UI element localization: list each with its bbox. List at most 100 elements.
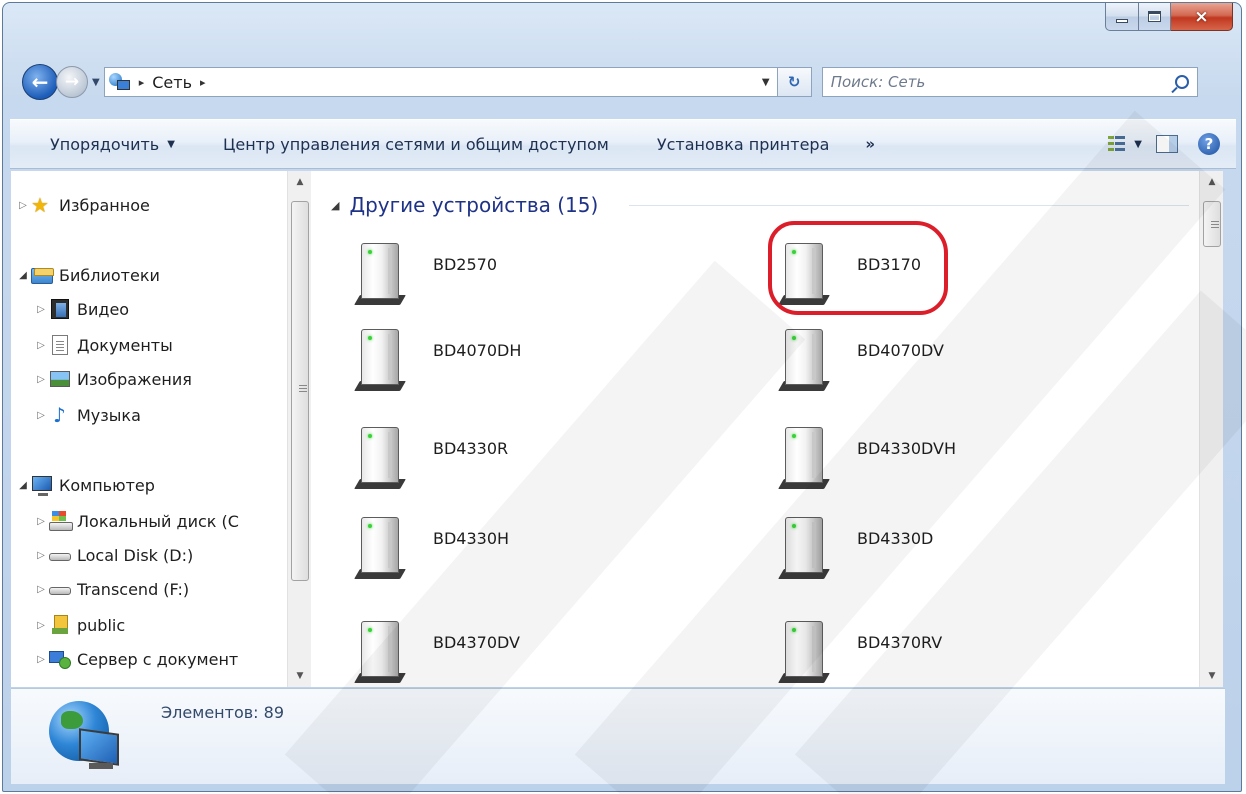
device-item[interactable]: BD4330H (354, 517, 677, 581)
scroll-up-arrow[interactable]: ▲ (288, 171, 312, 193)
nav-item-music[interactable]: ▷ ♪ Музыка (33, 401, 141, 429)
expand-icon[interactable]: ▷ (33, 550, 49, 561)
device-item[interactable]: BD2570 (354, 243, 677, 307)
chevron-down-icon: ▼ (167, 138, 175, 150)
expand-icon[interactable]: ▷ (33, 304, 49, 315)
device-item[interactable]: BD4330R (354, 427, 677, 491)
device-item[interactable]: BD4330D (778, 517, 1101, 581)
network-device-icon (778, 427, 830, 489)
device-label: BD2570 (433, 255, 498, 274)
network-device-icon (354, 243, 406, 305)
nav-item-transcend-f[interactable]: ▷ Transcend (F:) (33, 575, 189, 603)
expand-icon[interactable]: ▷ (33, 340, 49, 351)
view-dropdown[interactable]: ▼ (1134, 139, 1142, 150)
search-icon[interactable] (1174, 75, 1189, 89)
nav-label: Избранное (59, 195, 150, 215)
nav-label: Локальный диск (С (77, 511, 239, 531)
refresh-icon: ↻ (787, 73, 801, 91)
breadcrumb-separator[interactable]: ▸ (139, 76, 145, 89)
picture-icon (49, 369, 71, 389)
star-icon: ★ (31, 193, 49, 217)
scrollbar-thumb[interactable] (291, 201, 309, 581)
nav-pane-scrollbar[interactable]: ▲ ▼ (287, 171, 311, 687)
minimize-button[interactable] (1105, 3, 1139, 31)
device-item[interactable]: BD4370RV (778, 621, 1101, 685)
network-device-icon (354, 329, 406, 391)
nav-label: Изображения (77, 369, 192, 389)
computer-icon (31, 475, 53, 496)
expand-icon[interactable]: ▷ (33, 516, 49, 527)
network-device-icon (778, 329, 830, 391)
install-printer-button[interactable]: Установка принтера (633, 120, 854, 168)
help-icon[interactable]: ? (1198, 133, 1220, 155)
expand-icon[interactable]: ▷ (33, 374, 49, 385)
group-title: Другие устройства (15) (349, 193, 599, 217)
nav-item-local-disk-d[interactable]: ▷ Local Disk (D:) (33, 541, 193, 569)
nav-item-libraries[interactable]: ◢ Библиотеки (15, 261, 160, 289)
scroll-down-arrow[interactable]: ▼ (1200, 665, 1224, 687)
collapse-icon[interactable]: ◢ (15, 270, 31, 281)
change-view-icon[interactable] (1108, 135, 1126, 153)
forward-button[interactable]: → (56, 66, 88, 98)
document-icon (49, 335, 71, 355)
more-commands-button[interactable]: » (853, 135, 887, 153)
device-label: BD4330R (433, 439, 509, 458)
organize-button[interactable]: Упорядочить ▼ (10, 120, 199, 168)
network-center-button[interactable]: Центр управления сетями и общим доступом (199, 120, 633, 168)
nav-item-server[interactable]: ▷ Сервер с документ (33, 645, 238, 673)
device-item[interactable]: BD4330DVH (778, 427, 1101, 491)
expand-icon[interactable]: ▷ (33, 654, 49, 665)
pane-splitter[interactable] (311, 171, 319, 687)
network-drive-icon (49, 649, 71, 669)
device-item[interactable]: BD4070DH (354, 329, 677, 393)
nav-item-documents[interactable]: ▷ Документы (33, 331, 173, 359)
network-device-icon (354, 517, 406, 579)
device-item[interactable]: BD4070DV (778, 329, 1101, 393)
collapse-icon[interactable]: ◢ (331, 199, 339, 212)
nav-label: Видео (77, 299, 130, 319)
network-device-icon (354, 621, 406, 683)
refresh-button[interactable]: ↻ (777, 67, 812, 97)
nav-item-computer[interactable]: ◢ Компьютер (15, 471, 155, 499)
scrollbar-thumb[interactable] (1203, 201, 1221, 247)
device-item[interactable]: BD4370DV (354, 621, 677, 685)
expand-icon[interactable]: ▷ (33, 620, 49, 631)
preview-pane-icon[interactable] (1156, 135, 1178, 153)
scroll-down-arrow[interactable]: ▼ (288, 665, 312, 687)
nav-item-images[interactable]: ▷ Изображения (33, 365, 192, 393)
group-header[interactable]: ◢ Другие устройства (15) (331, 193, 598, 217)
nav-item-public[interactable]: ▷ public (33, 611, 125, 639)
maximize-icon (1148, 11, 1161, 22)
maximize-button[interactable] (1139, 3, 1171, 31)
close-button[interactable]: × (1171, 3, 1233, 31)
breadcrumb-separator[interactable]: ▸ (200, 76, 206, 89)
nav-item-video[interactable]: ▷ Видео (33, 295, 129, 323)
network-device-icon (778, 621, 830, 683)
nav-label: public (77, 615, 126, 635)
search-input[interactable] (830, 73, 1175, 91)
view-controls: ▼ ? (1108, 133, 1236, 155)
navigation-bar: ← → ▼ ▸ Сеть ▸ ▼ ↻ (22, 60, 1232, 104)
breadcrumb-network[interactable]: Сеть (152, 73, 192, 92)
nav-label: Transcend (F:) (77, 579, 190, 599)
search-box[interactable] (821, 67, 1198, 97)
expand-icon[interactable]: ▷ (33, 584, 49, 595)
back-button[interactable]: ← (22, 64, 58, 100)
nav-label: Компьютер (59, 475, 155, 495)
scroll-up-arrow[interactable]: ▲ (1200, 171, 1224, 193)
network-icon (108, 72, 131, 92)
network-center-label: Центр управления сетями и общим доступом (222, 134, 609, 154)
content-scrollbar[interactable]: ▲ ▼ (1199, 171, 1223, 687)
device-label: BD4330D (857, 529, 934, 548)
address-bar[interactable]: ▸ Сеть ▸ ▼ (103, 67, 778, 97)
nav-item-favorites[interactable]: ▷ ★ Избранное (15, 191, 150, 219)
nav-label: Local Disk (D:) (77, 545, 194, 565)
address-dropdown[interactable]: ▼ (755, 77, 777, 88)
expand-icon[interactable]: ▷ (15, 200, 31, 211)
expand-icon[interactable]: ▷ (33, 410, 49, 421)
recent-pages-dropdown[interactable]: ▼ (92, 77, 100, 88)
library-icon (31, 265, 54, 285)
drive-icon (49, 579, 71, 599)
nav-item-local-disk-c[interactable]: ▷ Локальный диск (С (33, 507, 239, 535)
collapse-icon[interactable]: ◢ (15, 480, 31, 491)
